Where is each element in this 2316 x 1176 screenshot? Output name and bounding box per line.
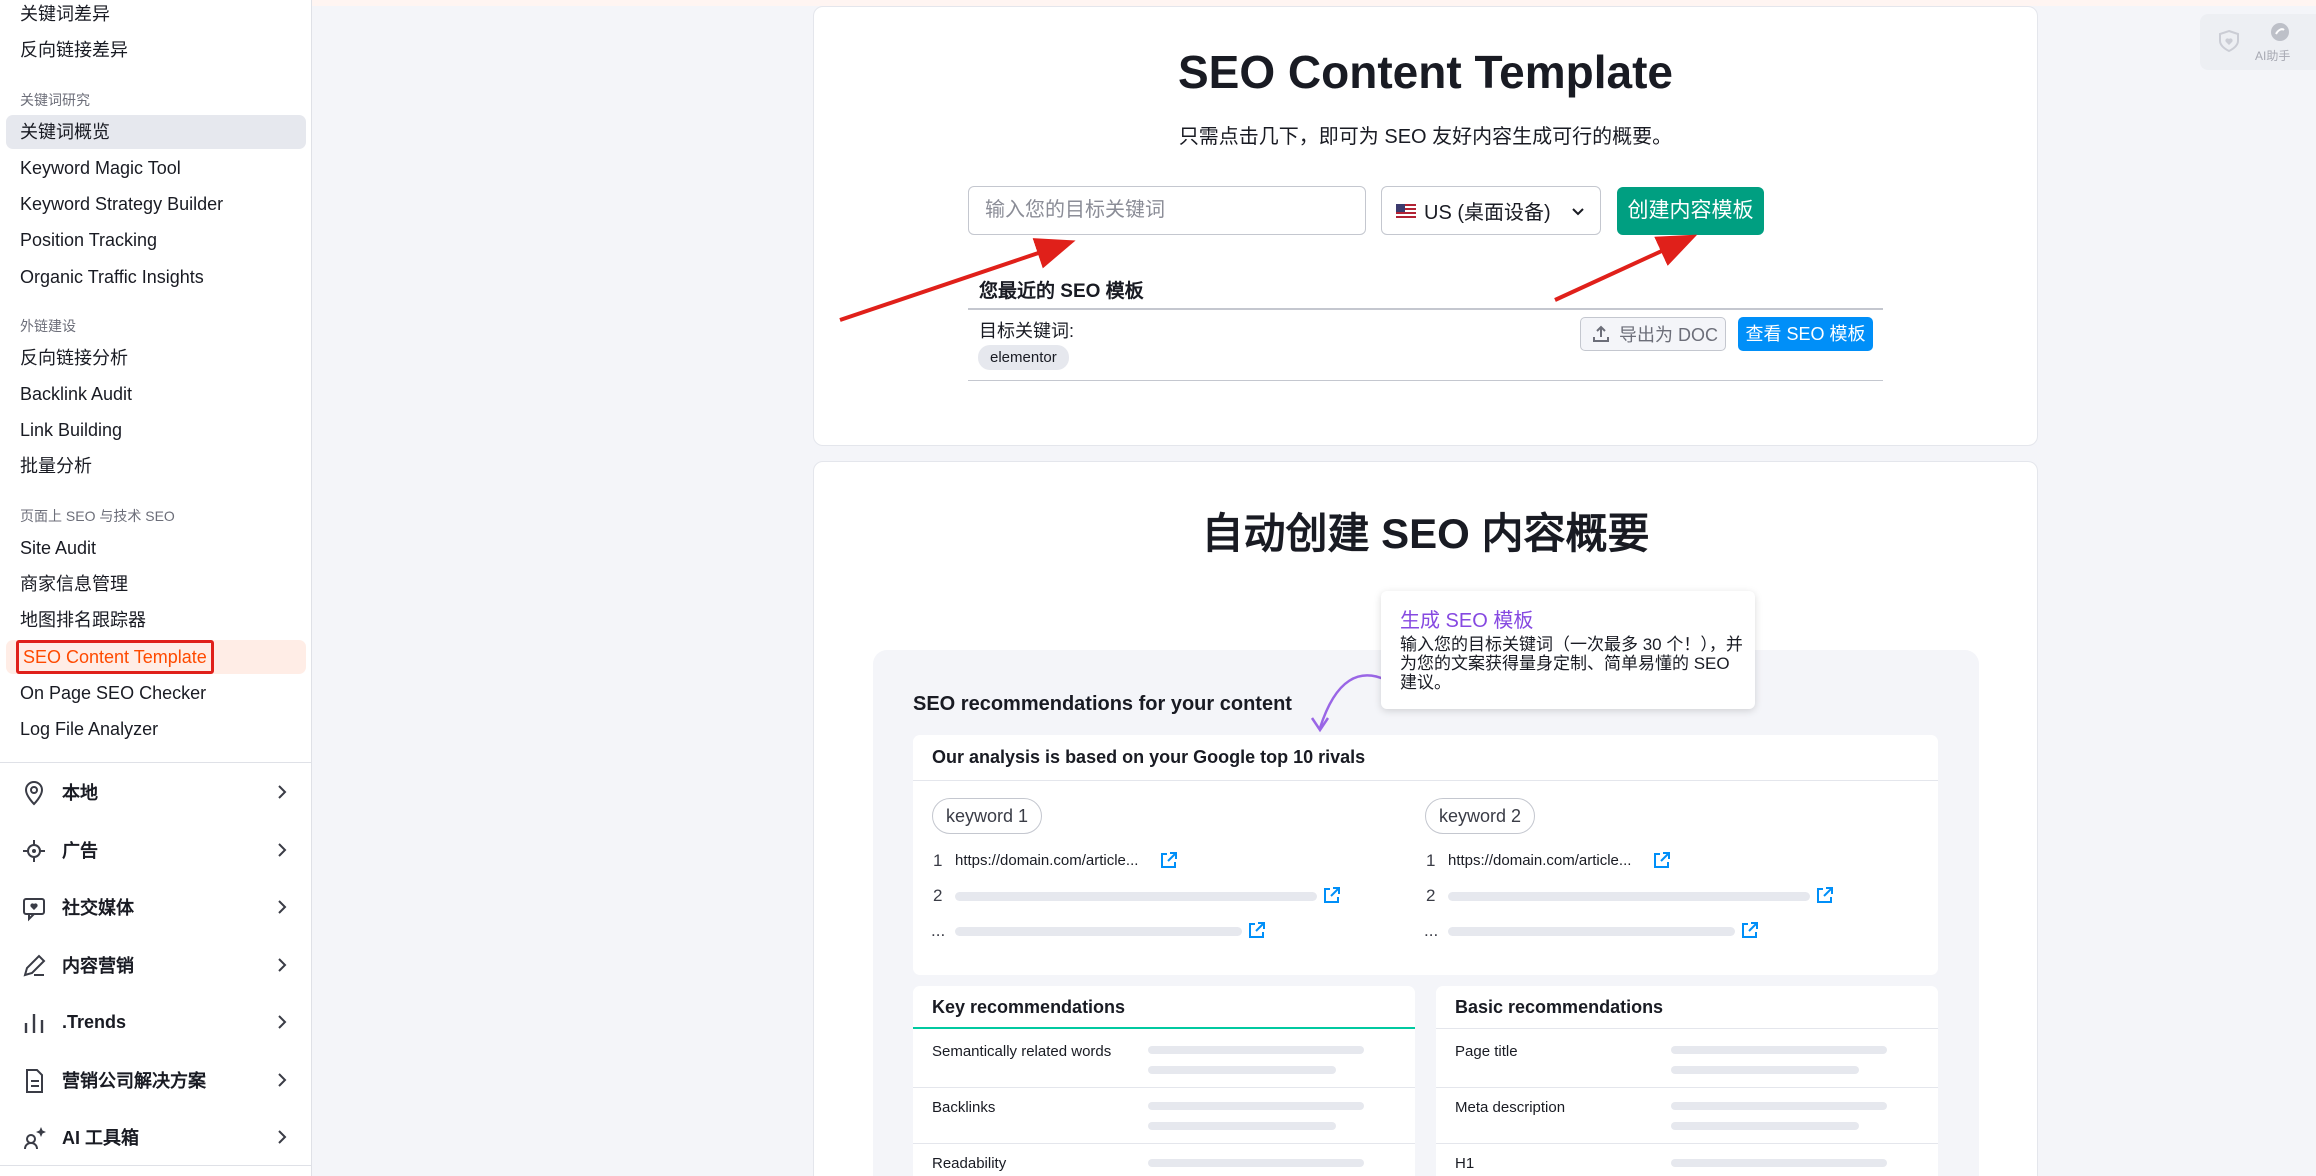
recommendation-label: Page title	[1455, 1043, 1518, 1060]
rival-url: https://domain.com/article...	[1448, 852, 1632, 869]
placeholder-bar	[1148, 1046, 1364, 1054]
arrow-to-create-button	[1554, 234, 1698, 302]
key-recommendations-underline	[913, 1027, 1415, 1029]
keyword-pill: keyword 2	[1425, 798, 1536, 834]
key-recommendations-title: Key recommendations	[932, 997, 1126, 1017]
keyword-pill: keyword 1	[932, 798, 1043, 834]
external-link-icon	[1654, 852, 1670, 868]
placeholder-bar	[1671, 1046, 1887, 1054]
seo-recommendations-title: SEO recommendations for your content	[913, 693, 1292, 715]
row-divider	[913, 1087, 1415, 1088]
rank-number: 1	[1426, 851, 1436, 870]
tooltip-title: 生成 SEO 模板	[1400, 610, 1534, 632]
shield-heart-icon	[2219, 29, 2239, 53]
ai-assistant-icon	[2271, 23, 2289, 41]
rank-number: 2	[1426, 886, 1436, 905]
rank-number: ...	[1424, 921, 1439, 940]
rivals-title: Our analysis is based on your Google top…	[932, 747, 1366, 767]
rival-url: https://domain.com/article...	[955, 852, 1139, 869]
row-divider	[1436, 1143, 1938, 1144]
row-divider	[1436, 1087, 1938, 1088]
placeholder-bar	[955, 927, 1242, 936]
placeholder-bar	[955, 892, 1317, 901]
rank-number: ...	[931, 921, 946, 940]
placeholder-bar	[1148, 1102, 1364, 1110]
recommendation-label: Meta description	[1455, 1099, 1566, 1116]
arrow-to-keyword-input	[839, 238, 1076, 322]
external-link-icon	[1742, 922, 1758, 938]
rank-number: 2	[933, 886, 943, 905]
placeholder-bar	[1448, 927, 1735, 936]
external-link-icon	[1249, 922, 1265, 938]
basic-recommendations-underline	[1436, 1028, 1938, 1029]
external-link-icon	[1324, 887, 1340, 903]
recommendation-label: Readability	[932, 1155, 1007, 1172]
external-link-icon	[1161, 852, 1177, 868]
ai-assistant-label: AI助手	[2255, 49, 2291, 63]
placeholder-bar	[1671, 1122, 1859, 1130]
curved-arrow-icon	[1310, 674, 1387, 733]
rank-number: 1	[933, 851, 943, 870]
placeholder-bar	[1148, 1122, 1336, 1130]
basic-recommendations-title: Basic recommendations	[1455, 997, 1664, 1017]
recommendation-label: Semantically related words	[932, 1043, 1112, 1060]
rivals-divider	[913, 780, 1938, 781]
generate-template-tooltip: 生成 SEO 模板 输入您的目标关键词（一次最多 30 个！），并为您的文案获得…	[1381, 591, 1755, 709]
ai-assistant-widget[interactable]: AI助手	[2200, 14, 2316, 70]
tooltip-body: 输入您的目标关键词（一次最多 30 个！），并为您的文案获得量身定制、简单易懂的…	[1400, 635, 1743, 692]
placeholder-bar	[1448, 892, 1810, 901]
section-title: 自动创建 SEO 内容概要	[1201, 510, 1650, 557]
placeholder-bar	[1671, 1159, 1887, 1167]
row-divider	[913, 1143, 1415, 1144]
placeholder-bar	[1671, 1066, 1859, 1074]
placeholder-bar	[1671, 1102, 1887, 1110]
external-link-icon	[1817, 887, 1833, 903]
recommendation-label: Backlinks	[932, 1099, 996, 1116]
placeholder-bar	[1148, 1066, 1336, 1074]
recommendation-label: H1	[1455, 1155, 1475, 1172]
placeholder-bar	[1148, 1159, 1364, 1167]
